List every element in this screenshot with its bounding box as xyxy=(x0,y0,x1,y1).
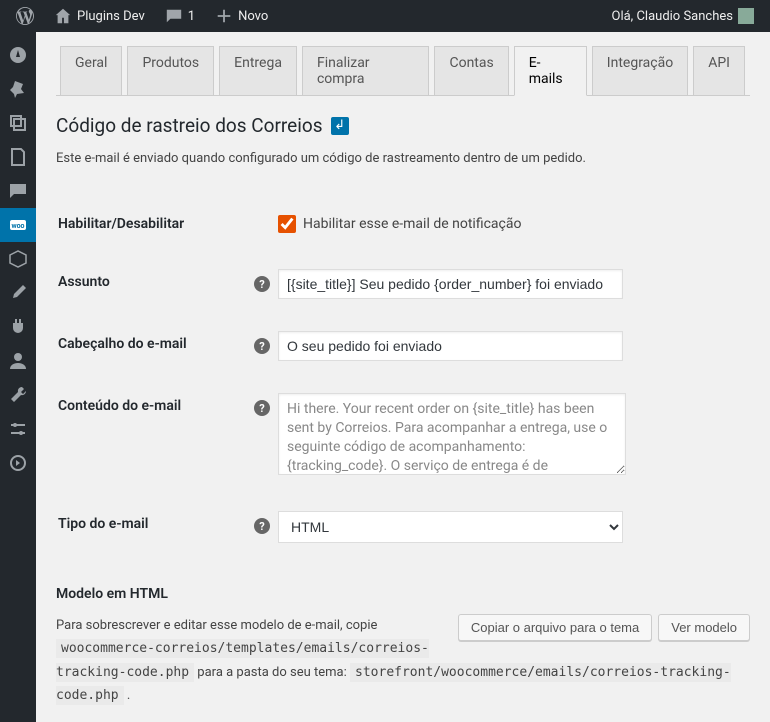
tab-contas[interactable]: Contas xyxy=(434,46,508,95)
admin-bar: Plugins Dev 1 Novo Olá, Claudio Sanches xyxy=(0,0,770,32)
content-area: Geral Produtos Entrega Finalizar compra … xyxy=(36,32,770,722)
sidebar-item-tools[interactable] xyxy=(0,378,36,412)
settings-tabs: Geral Produtos Entrega Finalizar compra … xyxy=(56,42,750,96)
admin-sidebar: woo xyxy=(0,32,36,722)
tab-api[interactable]: API xyxy=(693,46,745,95)
box-icon xyxy=(8,249,28,269)
user-icon xyxy=(8,351,28,371)
heading-input[interactable] xyxy=(278,331,623,361)
enable-checkbox-label: Habilitar esse e-mail de notificação xyxy=(303,216,521,232)
back-icon[interactable]: ↲ xyxy=(331,117,349,135)
tab-geral[interactable]: Geral xyxy=(60,46,122,95)
new-label: Novo xyxy=(238,9,268,24)
help-icon[interactable]: ? xyxy=(254,338,270,354)
comments-icon xyxy=(8,181,28,201)
brush-icon xyxy=(8,283,28,303)
tab-produtos[interactable]: Produtos xyxy=(127,46,214,95)
view-template-button[interactable]: Ver modelo xyxy=(658,614,750,641)
enable-checkbox-wrap[interactable]: Habilitar esse e-mail de notificação xyxy=(260,215,738,233)
sidebar-item-plugins[interactable] xyxy=(0,310,36,344)
wrench-icon xyxy=(8,385,28,405)
type-select[interactable]: HTML xyxy=(278,511,623,543)
media-icon xyxy=(8,113,28,133)
tab-integracao[interactable]: Integração xyxy=(592,46,688,95)
page-description: Este e-mail é enviado quando configurado… xyxy=(56,151,750,166)
sliders-icon xyxy=(8,419,28,439)
tab-entrega[interactable]: Entrega xyxy=(219,46,297,95)
sidebar-item-posts[interactable] xyxy=(0,72,36,106)
help-icon[interactable]: ? xyxy=(254,518,270,534)
sidebar-item-pages[interactable] xyxy=(0,140,36,174)
plug-icon xyxy=(8,317,28,337)
sidebar-item-dashboard[interactable] xyxy=(0,38,36,72)
tab-emails[interactable]: E-mails xyxy=(514,46,587,96)
enable-label: Habilitar/Desabilitar xyxy=(58,196,258,252)
sidebar-item-comments[interactable] xyxy=(0,174,36,208)
subject-label: Assunto xyxy=(58,254,258,314)
site-title: Plugins Dev xyxy=(77,9,145,24)
template-section-title: Modelo em HTML xyxy=(56,586,750,602)
sidebar-item-users[interactable] xyxy=(0,344,36,378)
new-content-link[interactable]: Novo xyxy=(207,0,276,32)
sidebar-item-appearance[interactable] xyxy=(0,276,36,310)
avatar xyxy=(738,8,754,24)
wp-logo[interactable] xyxy=(8,0,42,32)
enable-checkbox[interactable] xyxy=(278,215,296,233)
sidebar-item-woocommerce[interactable]: woo xyxy=(0,208,36,242)
svg-text:woo: woo xyxy=(11,222,24,230)
account-link[interactable]: Olá, Claudio Sanches xyxy=(604,0,763,32)
plus-icon xyxy=(215,7,233,25)
comment-count: 1 xyxy=(188,9,195,24)
copy-template-button[interactable]: Copiar o arquivo para o tema xyxy=(458,614,652,641)
sidebar-item-settings[interactable] xyxy=(0,412,36,446)
subject-input[interactable] xyxy=(278,269,623,299)
content-label: Conteúdo do e-mail xyxy=(58,378,258,494)
sidebar-item-products[interactable] xyxy=(0,242,36,276)
collapse-icon xyxy=(8,453,28,473)
site-name-link[interactable]: Plugins Dev xyxy=(46,0,153,32)
pages-icon xyxy=(8,147,28,167)
tab-finalizar[interactable]: Finalizar compra xyxy=(302,46,430,95)
help-icon[interactable]: ? xyxy=(254,400,270,416)
sidebar-item-media[interactable] xyxy=(0,106,36,140)
template-help: Copiar o arquivo para o tema Ver modelo … xyxy=(56,614,750,708)
wordpress-icon xyxy=(16,7,34,25)
help-icon[interactable]: ? xyxy=(254,276,270,292)
comments-link[interactable]: 1 xyxy=(157,0,203,32)
page-title: Código de rastreio dos Correios ↲ xyxy=(56,114,750,137)
woo-icon: woo xyxy=(8,215,28,235)
pin-icon xyxy=(8,79,28,99)
type-label: Tipo do e-mail xyxy=(58,496,258,558)
sidebar-item-collapse[interactable] xyxy=(0,446,36,480)
heading-label: Cabeçalho do e-mail xyxy=(58,316,258,376)
home-icon xyxy=(54,7,72,25)
greeting-text: Olá, Claudio Sanches xyxy=(612,9,734,24)
content-textarea[interactable] xyxy=(278,393,626,475)
dashboard-icon xyxy=(8,45,28,65)
comment-icon xyxy=(165,7,183,25)
